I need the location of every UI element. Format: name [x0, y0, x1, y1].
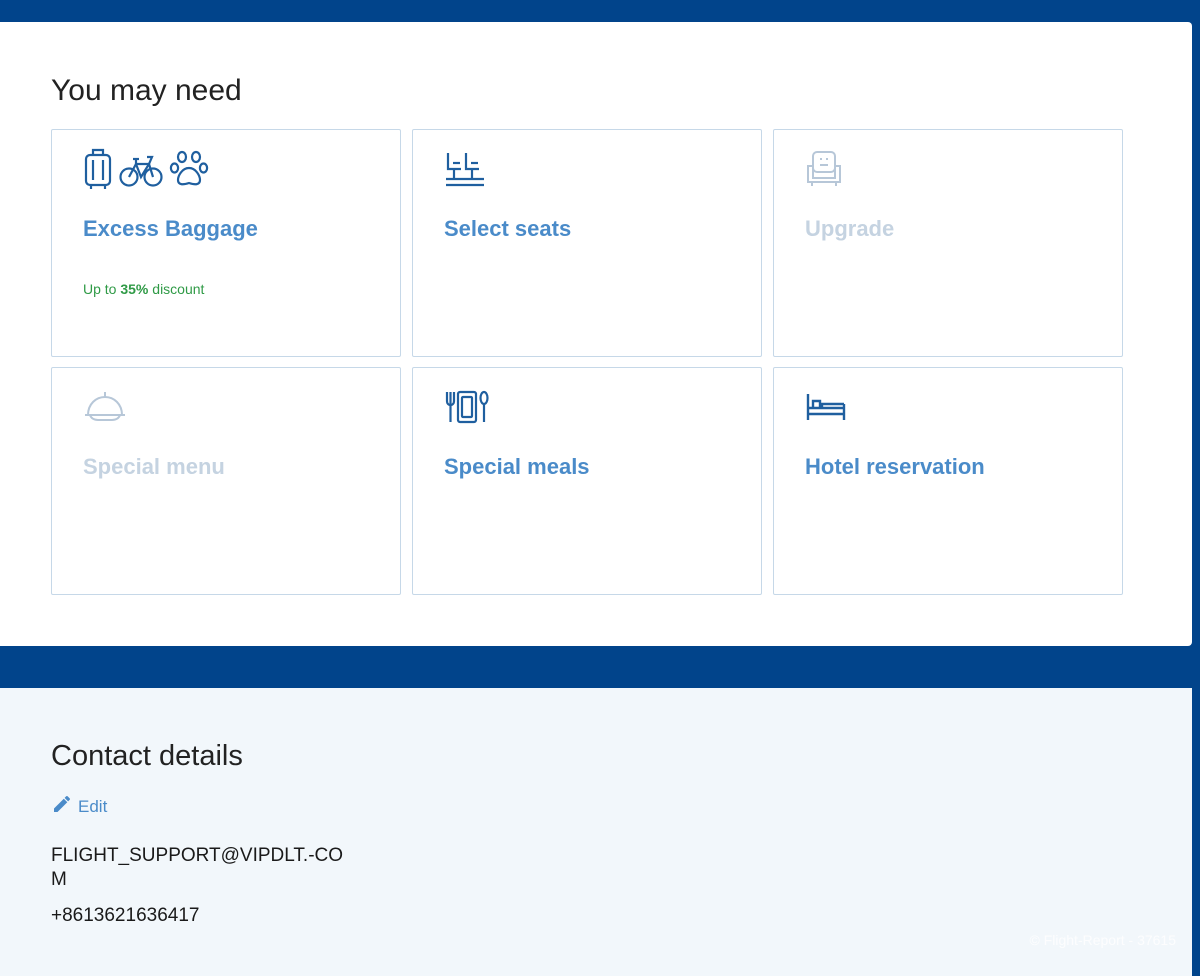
contact-email: FLIGHT_SUPPORT@VIPDLT.-COM	[51, 845, 344, 890]
paw-icon	[169, 148, 209, 195]
service-tiles: Excess Baggage Up to 35% discount Select…	[51, 129, 1123, 595]
promo-value: 35%	[120, 281, 149, 297]
you-may-need-title: You may need	[51, 74, 242, 107]
meal-icon	[444, 386, 490, 433]
watermark: © Flight-Report - 37615	[1029, 932, 1177, 948]
tile-hotel-reservation[interactable]: Hotel reservation	[773, 367, 1123, 595]
edit-contact-button[interactable]: Edit	[52, 794, 107, 819]
seats-icon	[444, 148, 486, 195]
contact-details-title: Contact details	[51, 740, 243, 772]
tile-select-seats[interactable]: Select seats	[412, 129, 762, 357]
tile-icons	[83, 388, 127, 430]
tile-label: Hotel reservation	[805, 454, 985, 479]
tile-icons	[444, 388, 490, 430]
tile-icons	[444, 150, 486, 192]
tile-icons	[805, 150, 843, 192]
discount-promo: Up to 35% discount	[83, 281, 204, 297]
contact-phone: +8613621636417	[51, 905, 200, 926]
page: You may need Excess Baggage Up to 35% di…	[0, 0, 1200, 976]
tile-label: Special menu	[83, 454, 225, 479]
contact-details-section: Contact details Edit FLIGHT_SUPPORT@VIPD…	[0, 688, 1192, 976]
tile-icons	[83, 148, 209, 195]
pencil-icon	[52, 794, 72, 819]
tile-upgrade: Upgrade	[773, 129, 1123, 357]
suitcase-icon	[83, 148, 113, 195]
tile-excess-baggage[interactable]: Excess Baggage Up to 35% discount	[51, 129, 401, 357]
armchair-icon	[805, 148, 843, 195]
edit-label: Edit	[78, 796, 108, 816]
bicycle-icon	[119, 148, 163, 195]
you-may-need-card: You may need Excess Baggage Up to 35% di…	[0, 22, 1192, 646]
promo-prefix: Up to	[83, 281, 121, 297]
tile-special-meals[interactable]: Special meals	[412, 367, 762, 595]
tile-label: Upgrade	[805, 216, 895, 241]
promo-suffix: discount	[148, 281, 205, 297]
tile-label: Select seats	[444, 216, 572, 241]
tile-label: Special meals	[444, 454, 590, 479]
bed-icon	[805, 386, 847, 433]
cloche-icon	[83, 386, 127, 433]
tile-special-menu: Special menu	[51, 367, 401, 595]
tile-label: Excess Baggage	[83, 216, 258, 241]
tile-icons	[805, 388, 847, 430]
